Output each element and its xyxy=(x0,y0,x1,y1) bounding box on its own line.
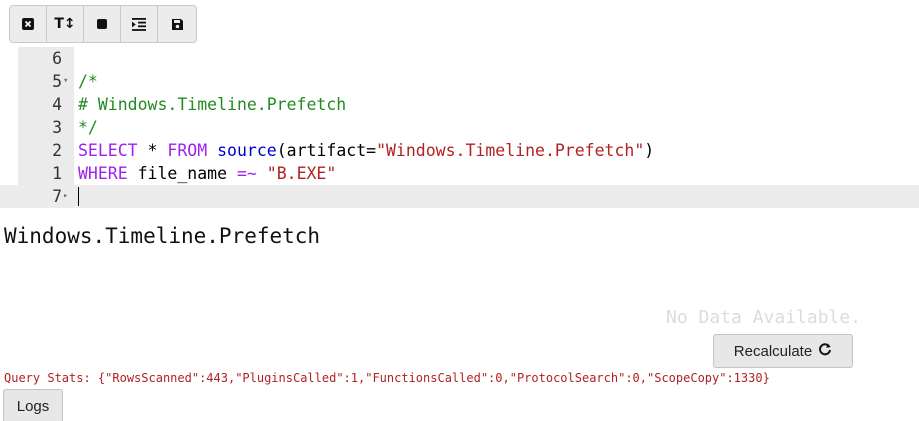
code-editor[interactable]: 6 5 ▾ /* 4 # Windows.Timeline.Prefetch 3… xyxy=(0,47,919,208)
operator-token: =~ xyxy=(236,164,257,183)
keyword-token: WHERE xyxy=(78,164,128,183)
line-number: 3 xyxy=(52,118,62,137)
logs-label: Logs xyxy=(16,397,50,415)
code-line: 6 xyxy=(0,47,919,70)
save-icon xyxy=(171,18,184,31)
code-text: WHERE file_name =~ "B.EXE" xyxy=(78,162,336,185)
line-number: 7 xyxy=(52,187,62,206)
code-line: 4 # Windows.Timeline.Prefetch xyxy=(0,93,919,116)
function-token: source xyxy=(217,141,277,160)
fold-arrow-icon[interactable]: ▾ xyxy=(63,70,73,93)
close-button[interactable] xyxy=(10,6,47,42)
indent-button[interactable] xyxy=(121,6,158,42)
keyword-token: SELECT xyxy=(78,141,138,160)
stop-button[interactable] xyxy=(84,6,121,42)
indent-icon xyxy=(132,17,146,31)
code-text: SELECT * FROM source(artifact="Windows.T… xyxy=(78,139,654,162)
editor-toolbar: T↕ xyxy=(9,5,197,43)
code-text: /* xyxy=(78,72,98,91)
code-line: 3 */ xyxy=(0,116,919,139)
stop-icon xyxy=(96,18,108,30)
code-line: 1 WHERE file_name =~ "B.EXE" xyxy=(0,162,919,185)
code-text: */ xyxy=(78,118,98,137)
code-line: 2 SELECT * FROM source(artifact="Windows… xyxy=(0,139,919,162)
notebook-cell: T↕ 6 5 ▾ /* 4 # Windows.Timeline.Prefetc… xyxy=(0,0,919,421)
recalculate-button[interactable]: Recalculate xyxy=(713,334,853,368)
line-number: 6 xyxy=(52,49,62,68)
code-text: # Windows.Timeline.Prefetch xyxy=(78,95,347,114)
code-token: file_name xyxy=(127,164,237,183)
string-token: "Windows.Timeline.Prefetch" xyxy=(376,141,645,160)
keyword-token: FROM xyxy=(167,141,208,160)
code-line: 5 ▾ /* xyxy=(0,70,919,93)
code-line-active: 7 ▸ xyxy=(0,185,919,208)
close-square-icon xyxy=(21,17,35,31)
code-token: ) xyxy=(644,141,655,160)
result-title: Windows.Timeline.Prefetch xyxy=(4,224,321,248)
recalculate-label: Recalculate xyxy=(733,342,813,360)
logs-button[interactable]: Logs xyxy=(3,389,63,421)
code-token: * xyxy=(137,141,168,160)
line-number: 5 xyxy=(52,72,62,91)
text-cursor xyxy=(78,187,79,206)
line-number: 2 xyxy=(52,141,62,160)
code-token: (artifact= xyxy=(276,141,377,160)
save-button[interactable] xyxy=(158,6,196,42)
text-height-icon: T↕ xyxy=(54,16,76,32)
no-data-message: No Data Available. xyxy=(666,307,862,328)
query-stats: Query Stats: {"RowsScanned":443,"Plugins… xyxy=(4,371,770,385)
refresh-icon xyxy=(818,342,832,360)
line-number: 1 xyxy=(52,164,62,183)
fold-arrow-icon[interactable]: ▸ xyxy=(63,185,73,208)
font-size-button[interactable]: T↕ xyxy=(47,6,84,42)
line-number: 4 xyxy=(52,95,62,114)
string-token: "B.EXE" xyxy=(266,164,337,183)
